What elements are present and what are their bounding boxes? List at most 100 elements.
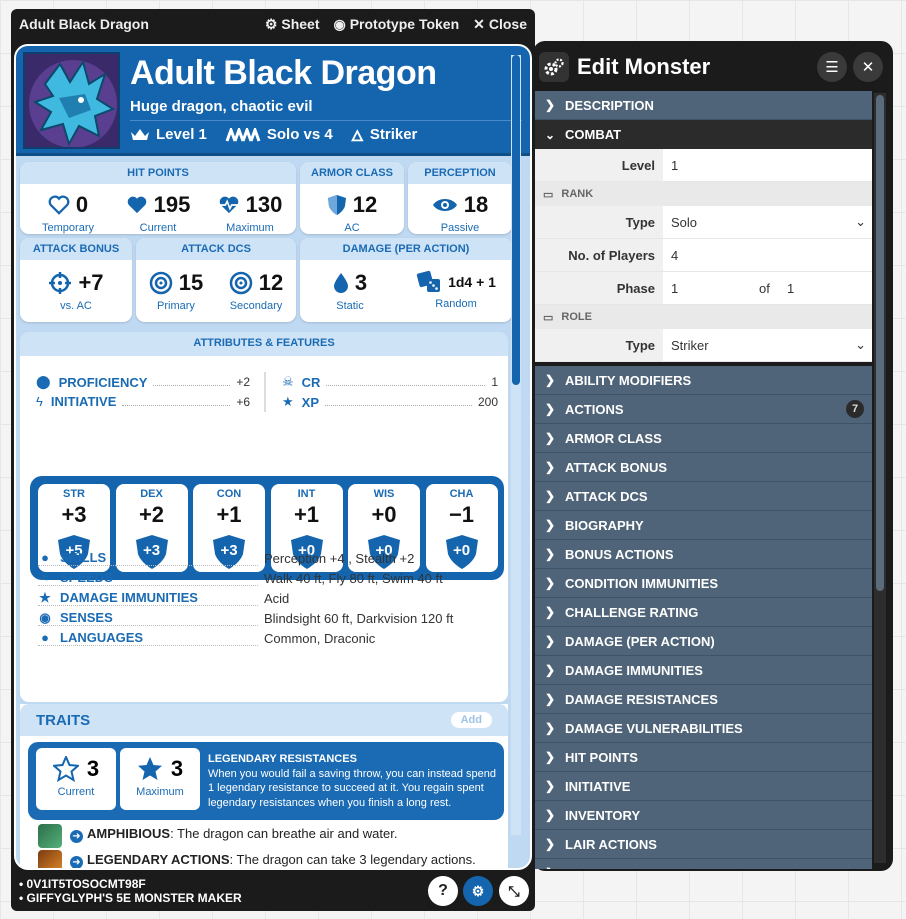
phase-field[interactable]: 1 [671,281,759,296]
sheet-button[interactable]: ⚙ Sheet [265,16,320,33]
hamburger-icon: ☰ [825,59,839,76]
group-icon [225,127,261,142]
section-inventory[interactable]: ❯ INVENTORY [535,801,872,830]
traits-title: TRAITS [36,711,91,729]
dice-icon [416,270,441,292]
section-description[interactable]: ❯ DESCRIPTION [535,91,872,120]
prototype-token-button[interactable]: ◉ Prototype Token [334,16,460,33]
section-bonus-actions[interactable]: ❯ BONUS ACTIONS [535,540,872,569]
attributes-section: ATTRIBUTES & FEATURES ⬤ PROFICIENCY +2 ϟ IN… [20,332,508,702]
section-initiative[interactable]: ❯ INITIATIVE [535,772,872,801]
user-circle-icon: ◉ [333,15,346,32]
skull-icon: ☠ [282,374,294,389]
feature-row: ≈ SPEEDS Walk 40 ft, Fly 80 ft, Swim 40 ft [38,568,443,588]
armor-class-card[interactable]: ARMOR CLASS 12 AC [300,162,404,234]
attack-bonus-card[interactable]: ATTACK BONUS +7 vs. AC [20,238,132,322]
section-challenge-rating[interactable]: ❯ CHALLENGE RATING [535,598,872,627]
cr-row: ☠ CR 1 [282,374,498,390]
primary-dc[interactable]: 15 Primary [136,270,216,312]
lr-current[interactable]: 3 Current [36,748,116,810]
ability-modifier: +1 [216,502,242,527]
section-lair-actions[interactable]: ❯ LAIR ACTIONS [535,830,872,859]
players-field[interactable]: 4 [663,239,872,271]
shield-icon [327,195,346,215]
edit-title: Edit Monster [577,54,711,79]
lightbulb-icon: ● [41,550,49,565]
section-languages[interactable]: ❯LANGUAGES [535,859,872,870]
edit-monster-window: Edit Monster ☰ ✕ ❯ DESCRIPTION ⌄ COMBAT Le… [533,41,893,871]
menu-button[interactable]: ☰ [817,52,847,82]
lr-maximum[interactable]: 3 Maximum [120,748,200,810]
section-combat[interactable]: ⌄ COMBAT [535,120,872,149]
lr-title: LEGENDARY RESISTANCES [208,753,357,765]
section-ability-modifiers[interactable]: ❯ ABILITY MODIFIERS [535,366,872,395]
chevron-right-icon: ❯ [545,431,556,445]
chevron-down-icon: ⌄ [545,127,556,142]
ability-name: CHA [449,488,474,500]
sheet-scrollbar[interactable] [511,55,521,835]
star-icon: ★ [282,394,294,409]
monster-meta: Level 1 Solo vs 4 🜂 Striker [130,120,522,148]
xp-row: ★ XP 200 [282,394,498,410]
static-damage[interactable]: 3 Static [300,270,400,312]
section-condition-immunities[interactable]: ❯ CONDITION IMMUNITIES [535,569,872,598]
level-tag: Level 1 [130,126,207,143]
gear-icon: ⚙ [264,15,278,32]
legendary-resistances: 3 Current 3 Maximum LEGENDARY RESISTANCE… [28,742,504,820]
section-biography[interactable]: ❯ BIOGRAPHY [535,511,872,540]
role-type-row: Type Striker ⌄ [535,329,872,362]
random-damage[interactable]: 1d4 + 1 Random [400,270,512,310]
section-actions[interactable]: ❯ ACTIONS 7 [535,395,872,424]
help-button[interactable]: ? [428,876,458,906]
phase-total-field[interactable]: 1 [787,281,794,296]
secondary-dc[interactable]: 12 Secondary [216,270,296,312]
dragon-portrait[interactable] [23,52,120,149]
ability-modifier: +2 [138,502,165,527]
trait-amphibious[interactable]: ➜ AMPHIBIOUS: The dragon can breathe air … [38,824,498,848]
close-button[interactable]: ✕ Close [473,16,527,33]
chevron-right-icon: ❯ [545,518,556,532]
perception-card[interactable]: PERCEPTION 18 Passive [408,162,512,234]
feature-row: ◉ SENSES Blindsight 60 ft, Darkvision 120 … [38,609,454,626]
section-damage-immunities[interactable]: ❯ DAMAGE IMMUNITIES [535,656,872,685]
section-hit-points[interactable]: ❯ HIT POINTS [535,743,872,772]
trait-legendary-actions[interactable]: ➜ LEGENDARY ACTIONS: The dragon can take … [38,850,498,868]
current-hp[interactable]: 195 Current [118,192,198,234]
level-field[interactable]: 1 [663,149,872,181]
section-attack-dcs[interactable]: ❯ ATTACK DCS [535,482,872,511]
ability-name: CON [216,488,242,500]
folder-open-icon: ▭ [543,311,554,324]
role-subheader: ▭ ROLE [535,305,872,329]
section-damage-vulnerabilities[interactable]: ❯ DAMAGE VULNERABILITIES [535,714,872,743]
section-attack-bonus[interactable]: ❯ ATTACK BONUS [535,453,872,482]
section-damage-per-action[interactable]: ❯ DAMAGE (PER ACTION) [535,627,872,656]
monster-sheet-window: Adult Black Dragon ⚙ Sheet ◉ Prototype Tok… [11,9,535,911]
folder-open-icon: ▭ [543,188,554,201]
saving-throw: +0 [452,542,471,559]
role-type-select[interactable]: Striker ⌄ [663,329,872,361]
speech-bubble-icon: ● [41,630,49,645]
section-damage-resistances[interactable]: ❯ DAMAGE RESISTANCES [535,685,872,714]
edit-scrollbar[interactable] [874,93,886,863]
edit-monster-button[interactable]: ⚙ [463,876,493,906]
rank-type-select[interactable]: Solo ⌄ [663,206,872,238]
resize-button[interactable]: ⤡ [499,876,529,906]
temporary-hp[interactable]: 0 Temporary [28,192,108,234]
rank-type-row: Type Solo ⌄ [535,206,872,239]
star-icon: ★ [39,589,51,605]
ability-modifier: +1 [293,502,320,527]
bolt-icon: ϟ [36,394,43,409]
edit-close-button[interactable]: ✕ [853,52,883,82]
section-armor-class[interactable]: ❯ ARMOR CLASS [535,424,872,453]
arrow-circle-right-icon: ➜ [70,830,83,843]
star-outline-icon [52,756,79,782]
ability-cha[interactable]: CHA −1 +0 [425,484,498,572]
maximum-hp[interactable]: 130 Maximum [210,192,290,234]
damage-card: DAMAGE (PER ACTION) 3 Static 1d4 + 1 Ran… [300,238,512,322]
close-icon: ✕ [473,15,485,32]
monster-id: • 0V1IT5TOSOCMT98F [19,877,146,891]
feature-row: ● LANGUAGES Common, Draconic [38,628,375,648]
app-name: • GIFFYGLYPH'S 5E MONSTER MAKER [19,891,242,905]
eye-icon [432,199,457,211]
add-trait-button[interactable]: Add [450,712,492,728]
